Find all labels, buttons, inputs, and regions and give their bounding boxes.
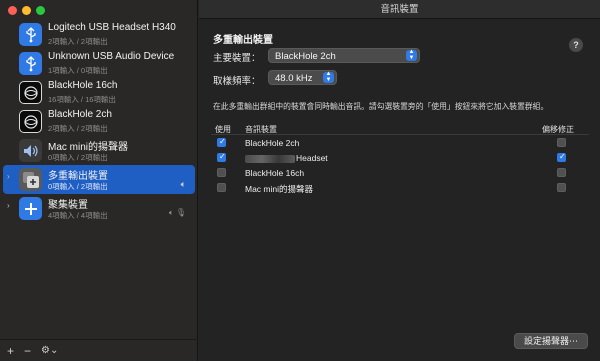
col-drift-header: 偏移修正 bbox=[542, 125, 574, 134]
device-list: Logitech USB Headset H340 2項輸入 / 2項輸出 Un… bbox=[0, 20, 198, 223]
device-detail-pane: 音訊裝置 多重輸出裝置 ? 主要裝置： BlackHole 2ch ▲ ▼ 取樣頻… bbox=[199, 0, 600, 361]
device-name: Logitech USB Headset H340 bbox=[48, 22, 176, 33]
blackhole-icon bbox=[19, 110, 42, 133]
use-checkbox[interactable] bbox=[217, 183, 226, 192]
gear-icon[interactable]: ⚙⌄ bbox=[41, 345, 58, 356]
usb-icon bbox=[19, 23, 42, 46]
use-checkbox[interactable] bbox=[217, 137, 226, 147]
device-io-count: 1項輸入 / 0項輸出 bbox=[48, 66, 108, 75]
sidebar-toolbar: + − ⚙⌄ bbox=[0, 339, 198, 361]
table-row: Mac mini的揚聲器 bbox=[211, 180, 589, 195]
master-device-value: BlackHole 2ch bbox=[275, 51, 336, 62]
window-title: 音訊裝置 bbox=[199, 0, 600, 19]
sample-rate-label: 取樣頻率： bbox=[213, 76, 261, 87]
device-name: 多重輸出裝置 bbox=[48, 171, 108, 182]
device-item-unknown-usb[interactable]: Unknown USB Audio Device 1項輸入 / 0項輸出 bbox=[3, 49, 195, 78]
zoom-window-button[interactable] bbox=[36, 6, 45, 15]
chevron-right-icon[interactable]: › bbox=[7, 201, 15, 210]
device-sidebar: Logitech USB Headset H340 2項輸入 / 2項輸出 Un… bbox=[0, 0, 198, 361]
use-checkbox[interactable] bbox=[217, 152, 226, 162]
device-io-count: 16項輸入 / 16項輸出 bbox=[48, 95, 116, 104]
use-checkbox[interactable] bbox=[217, 168, 226, 177]
close-window-button[interactable] bbox=[8, 6, 17, 15]
drift-correction-checkbox[interactable] bbox=[557, 138, 566, 147]
redacted-blur bbox=[245, 154, 295, 163]
window-controls bbox=[8, 6, 45, 15]
multi-output-icon bbox=[19, 168, 42, 191]
popup-arrows-icon: ▲ ▼ bbox=[323, 71, 334, 83]
device-io-count: 4項輸入 / 4項輸出 bbox=[48, 211, 108, 220]
configure-speakers-button[interactable]: 設定揚聲器⋯ bbox=[513, 333, 588, 349]
table-header: 使用 音訊裝置 偏移修正 bbox=[211, 121, 589, 135]
device-table: 使用 音訊裝置 偏移修正 BlackHole 2ch Headset Black… bbox=[211, 121, 589, 195]
col-device-header: 音訊裝置 bbox=[245, 125, 277, 134]
device-item-blackhole-2ch[interactable]: BlackHole 2ch 2項輸入 / 2項輸出 bbox=[3, 107, 195, 136]
popup-arrows-icon: ▲ ▼ bbox=[406, 49, 417, 61]
remove-device-button[interactable]: − bbox=[24, 344, 31, 358]
usb-icon bbox=[19, 52, 42, 75]
blackhole-icon bbox=[19, 81, 42, 104]
device-cell: BlackHole 16ch bbox=[245, 168, 305, 178]
device-name: Mac mini的揚聲器 bbox=[48, 142, 129, 153]
sample-rate-value: 48.0 kHz bbox=[275, 73, 313, 84]
device-item-logitech[interactable]: Logitech USB Headset H340 2項輸入 / 2項輸出 bbox=[3, 20, 195, 49]
device-io-count: 2項輸入 / 2項輸出 bbox=[48, 124, 108, 133]
output-speaker-icon: 🔈︎ bbox=[180, 179, 186, 189]
device-name: BlackHole 2ch bbox=[48, 109, 112, 120]
aggregate-icon bbox=[19, 197, 42, 220]
drift-correction-checkbox[interactable] bbox=[557, 152, 566, 162]
device-item-blackhole-16ch[interactable]: BlackHole 16ch 16項輸入 / 16項輸出 bbox=[3, 78, 195, 107]
device-name: Unknown USB Audio Device bbox=[48, 51, 175, 62]
device-name: 聚集裝置 bbox=[48, 200, 88, 211]
sample-rate-popup[interactable]: 48.0 kHz ▲ ▼ bbox=[268, 70, 337, 85]
help-button[interactable]: ? bbox=[569, 38, 583, 52]
drift-correction-checkbox[interactable] bbox=[557, 168, 566, 177]
device-io-count: 0項輸入 / 2項輸出 bbox=[48, 182, 108, 191]
table-row: BlackHole 2ch bbox=[211, 135, 589, 150]
minimize-window-button[interactable] bbox=[22, 6, 31, 15]
device-io-count: 2項輸入 / 2項輸出 bbox=[48, 37, 108, 46]
device-item-mac-mini-speaker[interactable]: Mac mini的揚聲器 0項輸入 / 2項輸出 bbox=[3, 136, 195, 165]
device-cell: BlackHole 2ch bbox=[245, 138, 300, 148]
chevron-right-icon[interactable]: › bbox=[7, 172, 15, 181]
description-text: 在此多重輸出群組中的裝置會同時輸出音訊。請勾選裝置旁的「使用」按鈕來將它加入裝置… bbox=[213, 102, 549, 111]
col-use-header: 使用 bbox=[215, 125, 231, 134]
speaker-icon bbox=[19, 139, 42, 162]
io-status-icon: 🔈︎ 🎙︎ bbox=[168, 208, 186, 217]
table-row: BlackHole 16ch bbox=[211, 165, 589, 180]
device-cell: Mac mini的揚聲器 bbox=[245, 184, 314, 194]
master-device-popup[interactable]: BlackHole 2ch ▲ ▼ bbox=[268, 48, 420, 63]
section-title: 多重輸出裝置 bbox=[213, 35, 273, 46]
device-item-aggregate[interactable]: › 聚集裝置 4項輸入 / 4項輸出 🔈︎ 🎙︎ bbox=[3, 194, 195, 223]
audio-midi-window: Logitech USB Headset H340 2項輸入 / 2項輸出 Un… bbox=[0, 0, 600, 361]
device-item-multi-output[interactable]: › 多重輸出裝置 0項輸入 / 2項輸出 🔈︎ bbox=[3, 165, 195, 194]
master-device-label: 主要裝置： bbox=[213, 53, 261, 64]
add-device-button[interactable]: + bbox=[7, 344, 14, 358]
device-cell: Headset bbox=[245, 153, 328, 163]
table-row: Headset bbox=[211, 150, 589, 165]
device-io-count: 0項輸入 / 2項輸出 bbox=[48, 153, 108, 162]
drift-correction-checkbox[interactable] bbox=[557, 183, 566, 192]
device-name: BlackHole 16ch bbox=[48, 80, 118, 91]
